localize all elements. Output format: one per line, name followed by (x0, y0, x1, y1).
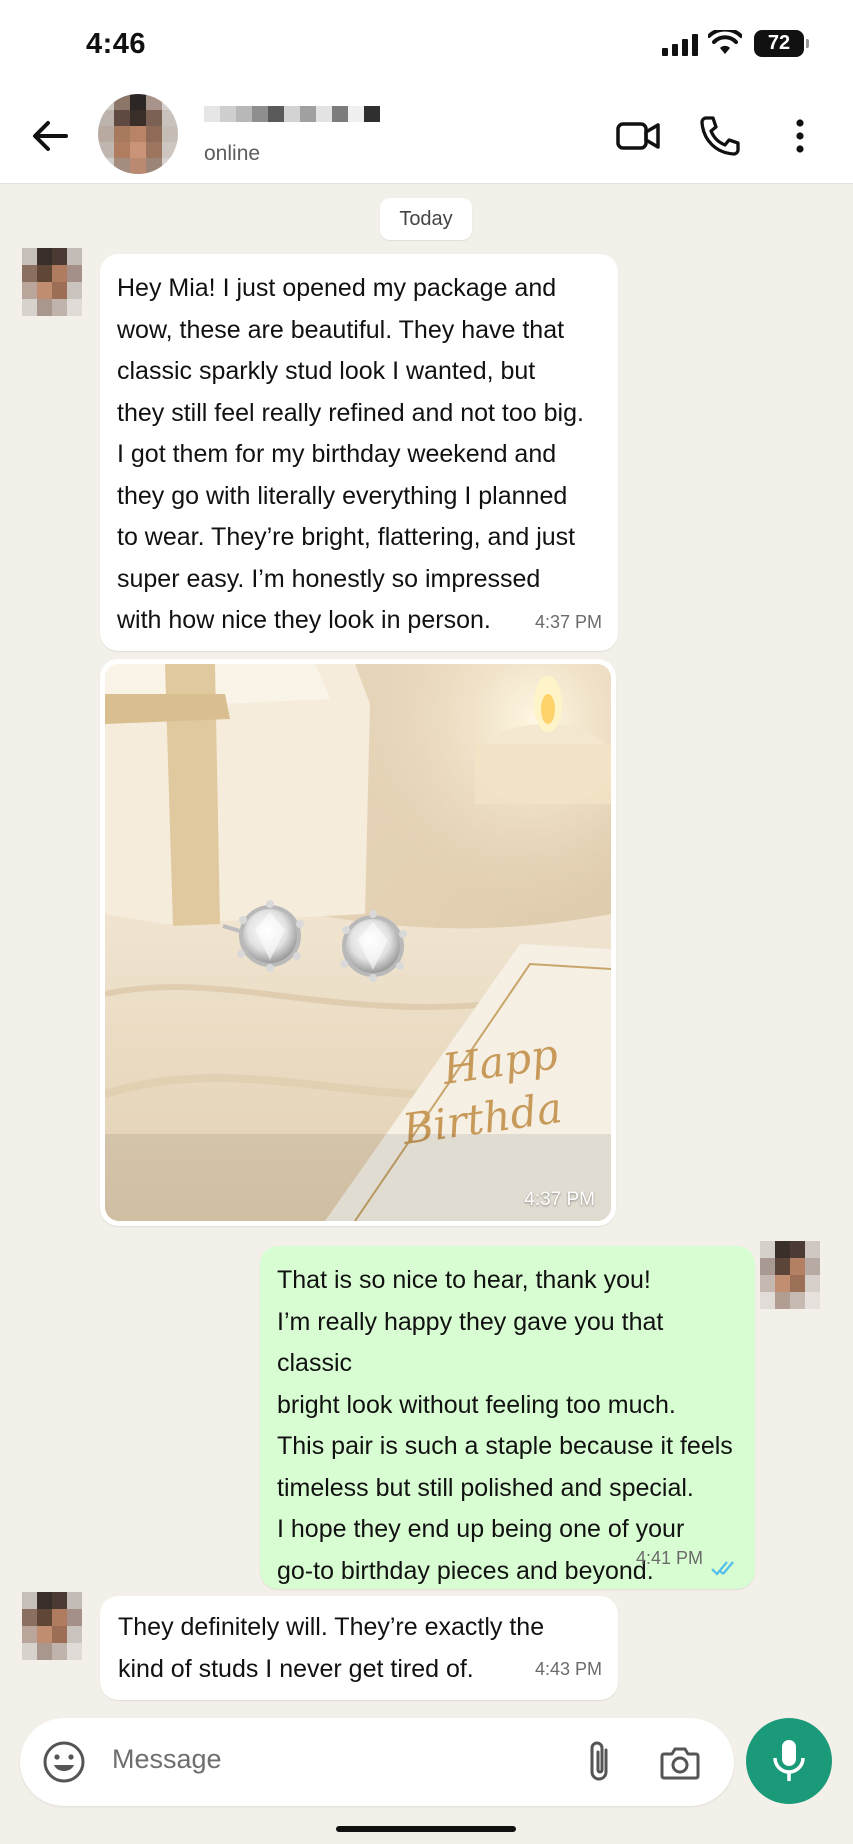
signal-icon (662, 34, 698, 56)
emoji-icon[interactable] (42, 1740, 86, 1784)
my-avatar[interactable] (760, 1241, 820, 1309)
sender-avatar[interactable] (22, 1592, 82, 1660)
date-separator: Today (380, 198, 472, 240)
status-time: 4:46 (86, 28, 147, 60)
home-indicator (336, 1826, 516, 1832)
message-time: 4:43 PM (534, 1658, 602, 1679)
earrings-photo-art: Happ Birthda (105, 664, 611, 1221)
chat-header: online (0, 92, 853, 184)
battery-icon: 72 (754, 30, 809, 57)
contact-status: online (204, 142, 261, 165)
back-arrow-icon[interactable] (28, 114, 72, 158)
attach-icon[interactable] (580, 1738, 618, 1786)
microphone-icon (773, 1740, 805, 1781)
earrings-photo[interactable]: Happ Birthda 4:37 PM (105, 664, 611, 1221)
outgoing-message[interactable]: That is so nice to hear, thank you! I’m … (260, 1246, 755, 1589)
incoming-image-message[interactable]: Happ Birthda 4:37 PM (100, 659, 616, 1226)
message-time: 4:41 PM (635, 1547, 703, 1568)
message-text: They definitely will. They’re exactly th… (118, 1613, 545, 1683)
image-time: 4:37 PM (524, 1189, 595, 1210)
message-input[interactable]: Message (112, 1744, 222, 1775)
read-receipt-icon (711, 1561, 734, 1576)
phone-call-icon[interactable] (696, 112, 744, 160)
incoming-message[interactable]: Hey Mia! I just opened my package and wo… (100, 254, 618, 651)
voice-message-button[interactable] (746, 1718, 832, 1804)
status-bar: 4:46 72 (0, 0, 853, 92)
incoming-message[interactable]: They definitely will. They’re exactly th… (100, 1596, 618, 1700)
more-options-icon[interactable] (776, 112, 824, 160)
contact-avatar[interactable] (98, 94, 178, 174)
wifi-icon (708, 30, 742, 54)
sender-avatar[interactable] (22, 248, 82, 316)
message-text: Hey Mia! I just opened my package and wo… (117, 274, 584, 634)
video-call-icon[interactable] (614, 112, 662, 160)
message-time: 4:37 PM (534, 611, 602, 632)
contact-name-redacted[interactable] (204, 106, 380, 122)
camera-icon[interactable] (658, 1740, 702, 1784)
message-composer: Message (20, 1718, 734, 1806)
